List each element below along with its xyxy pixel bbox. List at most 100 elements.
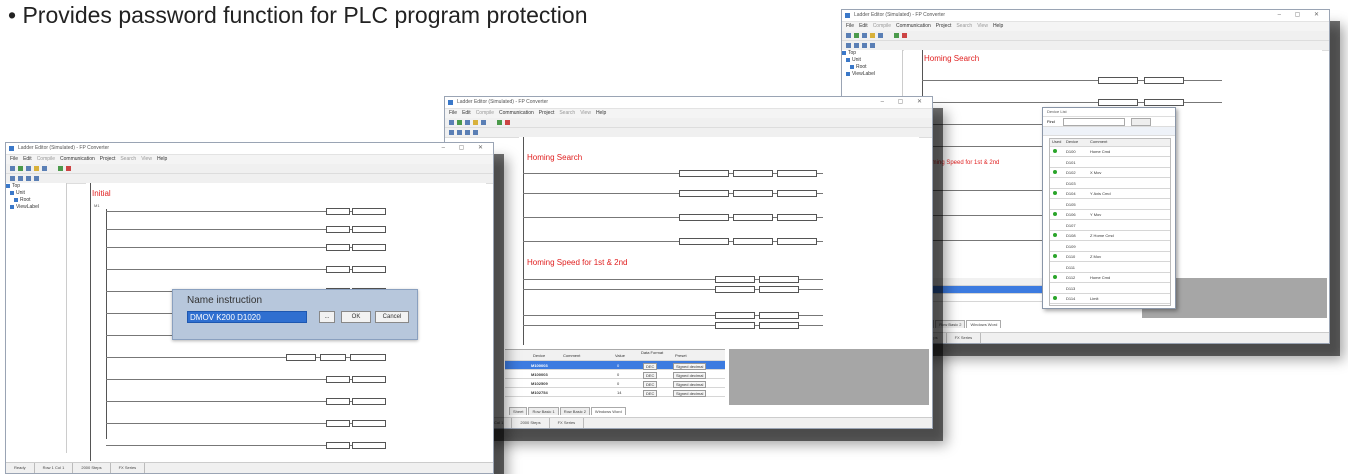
- instruction-box[interactable]: [286, 354, 316, 361]
- paste-icon[interactable]: [497, 120, 502, 125]
- window-controls[interactable]: – ▢ ✕: [1278, 10, 1325, 21]
- table-row[interactable]: M100003 0 DEC Signed decimal: [505, 361, 725, 370]
- instruction-box[interactable]: [352, 226, 386, 233]
- instruction-box[interactable]: [777, 214, 817, 221]
- instruction-box[interactable]: [352, 442, 386, 449]
- cut-icon[interactable]: [870, 33, 875, 38]
- instruction-box[interactable]: [715, 276, 755, 283]
- menu-project[interactable]: Project: [539, 110, 555, 116]
- tree-item-viewlabel[interactable]: ViewLabel: [842, 71, 902, 78]
- instruction-box[interactable]: [326, 376, 350, 383]
- copy-icon[interactable]: [42, 166, 47, 171]
- line-icon[interactable]: [34, 176, 39, 181]
- open-icon[interactable]: [457, 120, 462, 125]
- menu-compile[interactable]: Compile: [476, 110, 494, 116]
- menu-communication[interactable]: Communication: [896, 23, 931, 29]
- instruction-box[interactable]: [352, 244, 386, 251]
- instruction-box[interactable]: [326, 442, 350, 449]
- tab-sheet[interactable]: Sheet: [509, 407, 528, 415]
- tree-item-top[interactable]: Top: [842, 50, 902, 57]
- tab-row-basic-2[interactable]: Row Basic 2: [559, 407, 590, 415]
- list-item[interactable]: D112 Home Cmd: [1050, 273, 1170, 283]
- instruction-box[interactable]: [320, 354, 346, 361]
- menu-communication[interactable]: Communication: [499, 110, 534, 116]
- new-icon[interactable]: [10, 166, 15, 171]
- tree-item-root[interactable]: Root: [6, 197, 66, 204]
- line-icon[interactable]: [870, 43, 875, 48]
- list-item[interactable]: D104 Y Axis Cmd: [1050, 189, 1170, 199]
- cut-icon[interactable]: [473, 120, 478, 125]
- save-icon[interactable]: [26, 166, 31, 171]
- ladder-editor[interactable]: Homing Search Homing Speed for 1st & 2nd: [519, 137, 919, 345]
- paste-icon[interactable]: [58, 166, 63, 171]
- list-item[interactable]: D109: [1050, 242, 1170, 252]
- list-item[interactable]: D105: [1050, 200, 1170, 210]
- menu-compile[interactable]: Compile: [37, 156, 55, 162]
- copy-icon[interactable]: [481, 120, 486, 125]
- instruction-box[interactable]: [777, 170, 817, 177]
- list-item[interactable]: D114 Limit: [1050, 294, 1170, 304]
- ok-button[interactable]: OK: [341, 311, 371, 323]
- instruction-box[interactable]: [326, 226, 350, 233]
- instruction-box[interactable]: [777, 238, 817, 245]
- menu-help[interactable]: Help: [993, 23, 1003, 29]
- instruction-box[interactable]: [352, 398, 386, 405]
- coil-icon[interactable]: [18, 176, 23, 181]
- instruction-box[interactable]: [1098, 99, 1138, 106]
- instruction-box[interactable]: [326, 420, 350, 427]
- instruction-box[interactable]: [679, 170, 729, 177]
- copy-icon[interactable]: [878, 33, 883, 38]
- instruction-box[interactable]: [715, 312, 755, 319]
- instruction-box[interactable]: [759, 322, 799, 329]
- instruction-box[interactable]: [1144, 99, 1184, 106]
- instruction-box[interactable]: [759, 312, 799, 319]
- instruction-box[interactable]: [679, 214, 729, 221]
- line-icon[interactable]: [473, 130, 478, 135]
- instruction-box[interactable]: [777, 190, 817, 197]
- tab-windows-word[interactable]: Windows Word: [966, 320, 1002, 328]
- instruction-icon[interactable]: [862, 43, 867, 48]
- menu-edit[interactable]: Edit: [859, 23, 868, 29]
- menu-project[interactable]: Project: [936, 23, 952, 29]
- menu-file[interactable]: File: [10, 156, 18, 162]
- list-item[interactable]: D108 Z Home Cmd: [1050, 231, 1170, 241]
- new-icon[interactable]: [449, 120, 454, 125]
- menu-view[interactable]: View: [977, 23, 988, 29]
- contact-icon[interactable]: [846, 43, 851, 48]
- table-row[interactable]: M100003 0 DEC Signed decimal: [505, 370, 725, 379]
- save-icon[interactable]: [862, 33, 867, 38]
- tab-windows-word[interactable]: Windows Word: [590, 407, 626, 415]
- list-item[interactable]: D101: [1050, 158, 1170, 168]
- tab-row-basic-2[interactable]: Row Basic 2: [935, 320, 966, 328]
- instruction-box[interactable]: [326, 208, 350, 215]
- menu-search[interactable]: Search: [120, 156, 136, 162]
- cut-icon[interactable]: [34, 166, 39, 171]
- new-icon[interactable]: [846, 33, 851, 38]
- menu-view[interactable]: View: [580, 110, 591, 116]
- save-icon[interactable]: [465, 120, 470, 125]
- instruction-box[interactable]: [326, 266, 350, 273]
- instruction-box[interactable]: [733, 238, 773, 245]
- instruction-box[interactable]: [715, 286, 755, 293]
- tree-item-root[interactable]: Root: [842, 64, 902, 71]
- menu-communication[interactable]: Communication: [60, 156, 95, 162]
- instruction-box[interactable]: [352, 420, 386, 427]
- menu-file[interactable]: File: [846, 23, 854, 29]
- stop-icon[interactable]: [902, 33, 907, 38]
- instruction-box[interactable]: [733, 170, 773, 177]
- menu-edit[interactable]: Edit: [23, 156, 32, 162]
- contact-icon[interactable]: [449, 130, 454, 135]
- instruction-icon[interactable]: [465, 130, 470, 135]
- window-controls[interactable]: – ▢ ✕: [442, 143, 489, 154]
- tree-item-unit[interactable]: Unit: [842, 57, 902, 64]
- instruction-box[interactable]: [350, 354, 386, 361]
- tab-row-basic-1[interactable]: Row Basic 1: [528, 407, 559, 415]
- window-controls[interactable]: – ▢ ✕: [881, 97, 928, 108]
- popup-filter-bar[interactable]: [1043, 127, 1175, 136]
- list-item[interactable]: D110 Z Mov: [1050, 252, 1170, 262]
- menu-edit[interactable]: Edit: [462, 110, 471, 116]
- list-item[interactable]: D107: [1050, 221, 1170, 231]
- instruction-box[interactable]: [352, 266, 386, 273]
- instruction-box[interactable]: [1144, 77, 1184, 84]
- instruction-box[interactable]: [733, 190, 773, 197]
